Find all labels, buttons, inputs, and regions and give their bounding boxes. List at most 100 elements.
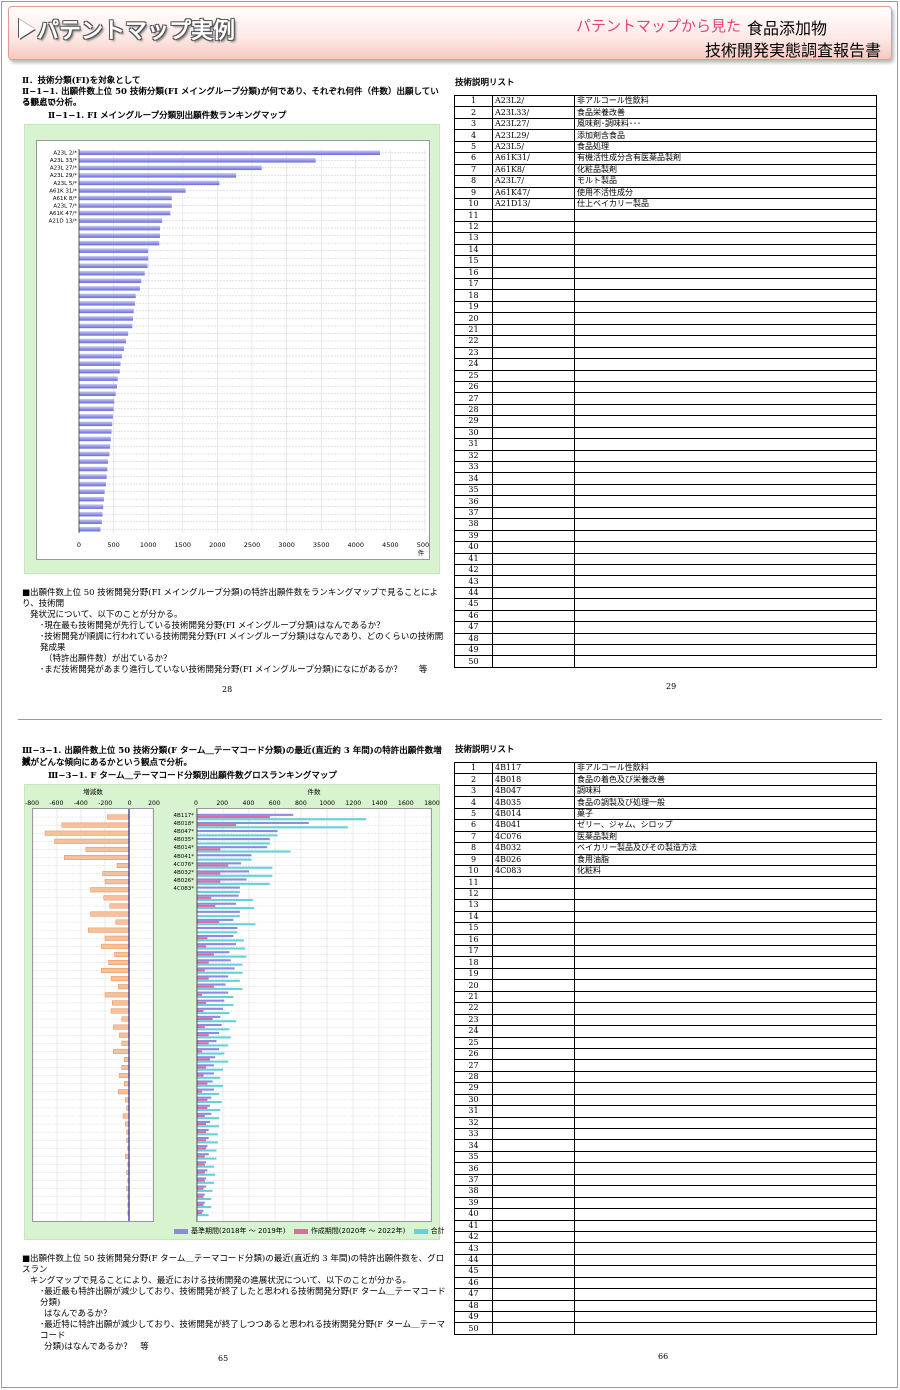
table-row: 11 [454, 876, 877, 889]
series-bar-0 [197, 902, 236, 905]
category-label: A23L 7/* [53, 203, 77, 209]
table-row: 1 A23L2/非アルコール性飲料 [454, 94, 877, 108]
tech-code [492, 1139, 575, 1152]
table-row: 5 A23L5/食品処理 [454, 140, 877, 154]
tech-code [492, 209, 575, 222]
bar [79, 158, 316, 163]
series-bar-1 [197, 1050, 203, 1053]
tech-description [574, 460, 877, 474]
table-row: 31 [454, 438, 877, 451]
table-row: 39 [454, 1196, 877, 1210]
table-row: 21 [454, 323, 877, 337]
row-number: 35 [454, 1150, 493, 1164]
tech-description: 添加剤含食品 [574, 129, 877, 142]
series-bar-2 [197, 1076, 221, 1079]
row-number: 38 [454, 1185, 493, 1198]
tech-code: 4B018 [492, 773, 575, 786]
page-number: 29 [666, 682, 677, 691]
tech-description [574, 1322, 877, 1335]
tech-description [574, 979, 877, 992]
table-row: 50 [454, 1322, 877, 1335]
x-tick-label: 600 [269, 800, 281, 807]
row-number: 29 [454, 415, 493, 428]
table-row: 28 [454, 1070, 877, 1084]
tech-code: 4B014 [492, 807, 575, 821]
row-number: 49 [454, 1310, 493, 1324]
x-tick-label: 1600 [398, 800, 414, 807]
series-bar-0 [197, 1056, 216, 1059]
tech-code [492, 541, 575, 554]
series-bar-1 [197, 977, 209, 980]
x-tick-label: 1800 [424, 800, 440, 807]
category-label: 4B035* [173, 837, 194, 844]
tech-description [574, 220, 877, 234]
table-row: 45 [454, 598, 877, 611]
series-bar-0 [197, 1128, 209, 1132]
row-number: 28 [454, 403, 493, 417]
tech-description [574, 887, 877, 901]
series-bar-0 [197, 1193, 205, 1196]
spread-divider [18, 719, 882, 720]
tech-code [492, 1310, 575, 1324]
tech-description: 食品の調製及び処理一般 [574, 796, 877, 809]
series-bar-1 [197, 945, 207, 948]
tech-description [574, 358, 877, 371]
note-line: ･まだ技術開発があまり進行していない技術開発分野(FI メイングループ分類)にな… [40, 665, 428, 675]
chart-legend: 基準期間(2018年 ～ 2019年) 作成期間(2020年 ～ 2022年) … [168, 1226, 445, 1236]
row-number: 13 [454, 232, 493, 245]
bar [79, 391, 116, 396]
tech-description [574, 1219, 877, 1232]
tech-code: A23L7/ [492, 175, 575, 188]
tech-code [492, 967, 575, 981]
table-row: 2 A23L33/食品栄養改善 [454, 106, 877, 119]
series-bar-1 [197, 1098, 208, 1101]
series-bar-1 [197, 1034, 209, 1037]
row-number: 15 [454, 922, 493, 935]
table-row: 30 [454, 1093, 877, 1107]
tech-description [574, 1265, 877, 1278]
category-label: A61K 47/* [49, 211, 77, 217]
bar [79, 474, 107, 479]
series-bar-1 [197, 1026, 205, 1029]
table-row: 49 [454, 643, 877, 657]
note-line: 発状況について、以下のことが分かる。 [30, 610, 183, 620]
tech-description [574, 1139, 877, 1152]
tech-description [574, 609, 877, 623]
tech-description [574, 1070, 877, 1084]
series-bar-1 [197, 1066, 207, 1069]
tech-description [574, 1173, 877, 1187]
tech-description [574, 1185, 877, 1198]
series-bar-1 [197, 1131, 207, 1134]
series-bar-0 [197, 1137, 209, 1140]
category-label: 4B018* [173, 821, 194, 828]
series-bar-1 [197, 1009, 204, 1013]
series-bar-1 [197, 896, 212, 899]
tech-description [574, 1059, 877, 1072]
series-bar-2 [197, 963, 243, 966]
decrease-bar [88, 927, 130, 933]
table-row: 27 [454, 1059, 877, 1072]
series-bar-2 [197, 1109, 221, 1112]
tech-description: 調味料 [574, 784, 877, 798]
row-number: 1 [454, 94, 493, 108]
series-bar-0 [197, 1209, 204, 1212]
bar [79, 286, 140, 291]
bar [79, 376, 118, 381]
row-number: 24 [454, 358, 493, 371]
series-bar-2 [197, 995, 234, 999]
x-tick-label: 0 [194, 800, 198, 807]
x-tick-label: 4000 [348, 541, 365, 549]
series-bar-2 [197, 1173, 216, 1176]
bar [79, 248, 149, 253]
bar [79, 331, 129, 336]
row-number: 39 [454, 529, 493, 543]
row-number: 1 [454, 761, 493, 775]
bar [79, 451, 110, 457]
x-tick-label: -400 [74, 800, 88, 807]
decrease-bar [115, 919, 130, 925]
series-bar-1 [197, 872, 221, 875]
section-title: Ⅱ．技術分類(FI)を対象として [22, 76, 141, 86]
bar [79, 414, 113, 419]
tech-description [574, 563, 877, 577]
decrease-bar [119, 1032, 130, 1038]
